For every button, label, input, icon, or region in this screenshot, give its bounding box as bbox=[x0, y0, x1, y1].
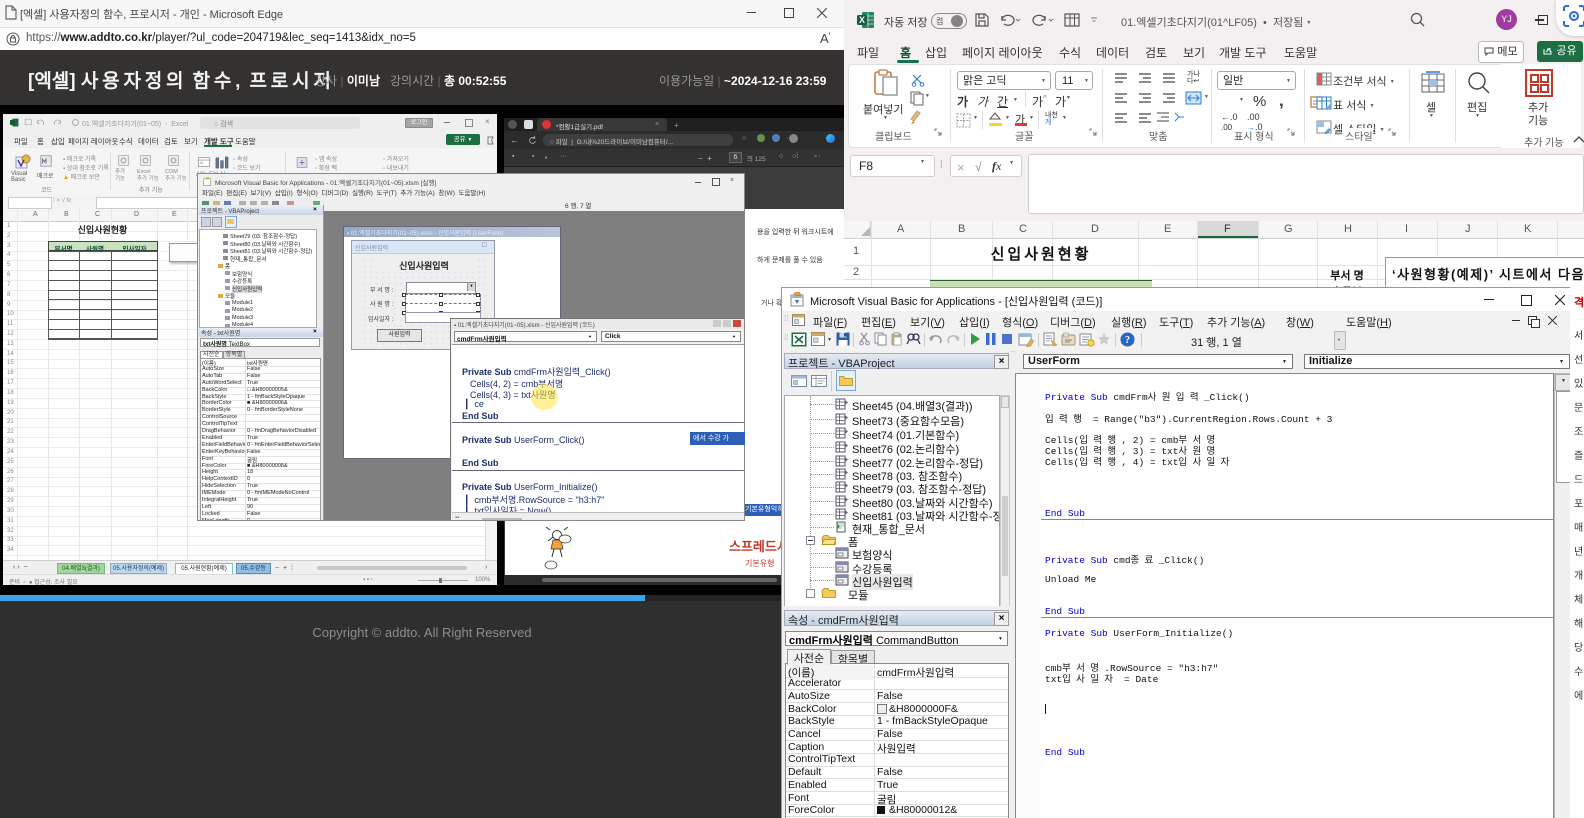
svg-text:?: ? bbox=[1125, 335, 1130, 346]
svg-text:X: X bbox=[859, 15, 865, 25]
